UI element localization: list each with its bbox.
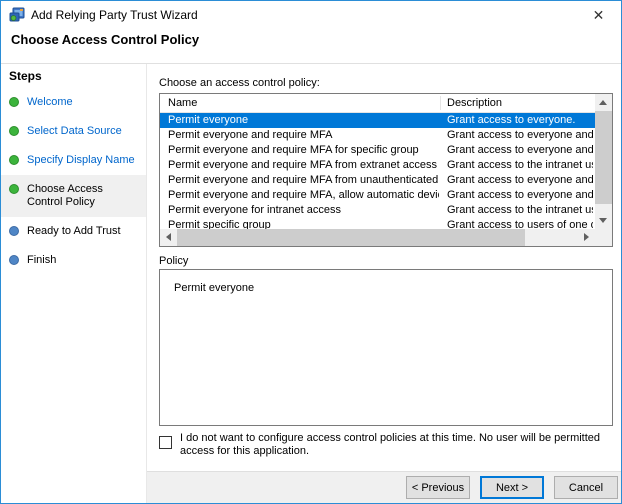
sidebar-step-select-data-source[interactable]: Select Data Source xyxy=(1,117,146,146)
table-header: Name Description xyxy=(160,94,595,113)
cancel-button[interactable]: Cancel xyxy=(554,476,618,499)
steps-sidebar: Steps Welcome Select Data Source Specify D… xyxy=(1,64,147,503)
window-title: Add Relying Party Trust Wizard xyxy=(31,1,198,29)
scroll-right-icon[interactable] xyxy=(584,233,589,241)
row-description-cell: Grant access to everyone and requi xyxy=(447,143,593,158)
step-label: Specify Display Name xyxy=(27,154,135,166)
sidebar-step-ready-to-add-trust[interactable]: Ready to Add Trust xyxy=(1,217,146,246)
step-label: Select Data Source xyxy=(27,125,122,137)
scroll-down-icon[interactable] xyxy=(599,218,607,223)
row-name-cell: Permit specific group xyxy=(168,218,439,229)
step-label: Finish xyxy=(27,254,56,266)
next-button[interactable]: Next > xyxy=(480,476,544,499)
step-status-icon xyxy=(9,255,19,265)
step-label: Ready to Add Trust xyxy=(27,225,121,237)
row-name-cell: Permit everyone and require MFA xyxy=(168,128,439,143)
scrollbar-corner xyxy=(595,229,612,246)
policy-section-label: Policy xyxy=(159,255,188,267)
skip-policy-checkbox[interactable] xyxy=(159,436,172,449)
column-header-name[interactable]: Name xyxy=(168,94,197,113)
row-description-cell: Grant access to everyone. xyxy=(447,113,593,128)
table-row[interactable]: Permit everyone and require MFA, allow a… xyxy=(160,188,595,203)
sidebar-step-welcome[interactable]: Welcome xyxy=(1,88,146,117)
horizontal-scrollbar-thumb[interactable] xyxy=(177,229,525,246)
row-name-cell: Permit everyone for intranet access xyxy=(168,203,439,218)
row-description-cell: Grant access to the intranet users an xyxy=(447,158,593,173)
column-header-description[interactable]: Description xyxy=(447,94,502,113)
table-row[interactable]: Permit everyone for intranet access Grant… xyxy=(160,203,595,218)
title-bar: Add Relying Party Trust Wizard ✕ xyxy=(1,1,621,29)
table-row[interactable]: Permit everyone and require MFA for spec… xyxy=(160,143,595,158)
sidebar-step-specify-display-name[interactable]: Specify Display Name xyxy=(1,146,146,175)
column-separator[interactable] xyxy=(440,96,441,110)
table-row[interactable]: Permit specific group Grant access to use… xyxy=(160,218,595,229)
scroll-up-icon[interactable] xyxy=(599,100,607,105)
footer-bar: < Previous Next > Cancel xyxy=(147,471,621,503)
row-description-cell: Grant access to users of one or more xyxy=(447,218,593,229)
step-status-icon xyxy=(9,97,19,107)
steps-list: Welcome Select Data Source Specify Display… xyxy=(1,88,146,275)
app-icon xyxy=(9,7,25,23)
scroll-left-icon[interactable] xyxy=(166,233,171,241)
row-name-cell: Permit everyone and require MFA, allow a… xyxy=(168,188,439,203)
step-status-icon xyxy=(9,184,19,194)
skip-policy-checkbox-row: I do not want to configure access contro… xyxy=(159,432,615,458)
wizard-window: Add Relying Party Trust Wizard ✕ Choose … xyxy=(0,0,622,504)
vertical-scrollbar-thumb[interactable] xyxy=(595,111,612,204)
table-row[interactable]: Permit everyone Grant access to everyone. xyxy=(160,113,595,128)
close-button[interactable]: ✕ xyxy=(576,1,621,29)
page-title: Choose Access Control Policy xyxy=(11,32,199,47)
table-rows: Permit everyone Grant access to everyone.… xyxy=(160,113,595,229)
step-label: Welcome xyxy=(27,96,73,108)
steps-heading: Steps xyxy=(9,69,42,83)
step-status-icon xyxy=(9,155,19,165)
row-name-cell: Permit everyone and require MFA from una… xyxy=(168,173,439,188)
skip-policy-checkbox-label[interactable]: I do not want to configure access contro… xyxy=(180,432,615,458)
sidebar-step-finish[interactable]: Finish xyxy=(1,246,146,275)
sidebar-step-choose-access-control-policy[interactable]: Choose Access Control Policy xyxy=(1,175,146,217)
step-label: Choose Access Control Policy xyxy=(27,183,103,208)
row-name-cell: Permit everyone and require MFA from ext… xyxy=(168,158,439,173)
step-status-icon xyxy=(9,226,19,236)
access-control-policy-table: Name Description Permit everyone Grant ac… xyxy=(159,93,613,247)
step-status-icon xyxy=(9,126,19,136)
policy-detail-text: Permit everyone xyxy=(174,282,254,294)
row-description-cell: Grant access to the intranet users. xyxy=(447,203,593,218)
table-row[interactable]: Permit everyone and require MFA Grant acc… xyxy=(160,128,595,143)
vertical-scrollbar[interactable] xyxy=(595,94,612,229)
row-name-cell: Permit everyone and require MFA for spec… xyxy=(168,143,439,158)
previous-button[interactable]: < Previous xyxy=(406,476,470,499)
horizontal-scrollbar[interactable] xyxy=(160,229,595,246)
row-description-cell: Grant access to everyone and requi xyxy=(447,128,593,143)
policy-detail-box: Permit everyone xyxy=(159,269,613,426)
row-description-cell: Grant access to everyone and requi xyxy=(447,173,593,188)
table-row[interactable]: Permit everyone and require MFA from ext… xyxy=(160,158,595,173)
policy-list-label: Choose an access control policy: xyxy=(159,77,320,89)
row-name-cell: Permit everyone xyxy=(168,113,439,128)
row-description-cell: Grant access to everyone and requi xyxy=(447,188,593,203)
table-row[interactable]: Permit everyone and require MFA from una… xyxy=(160,173,595,188)
